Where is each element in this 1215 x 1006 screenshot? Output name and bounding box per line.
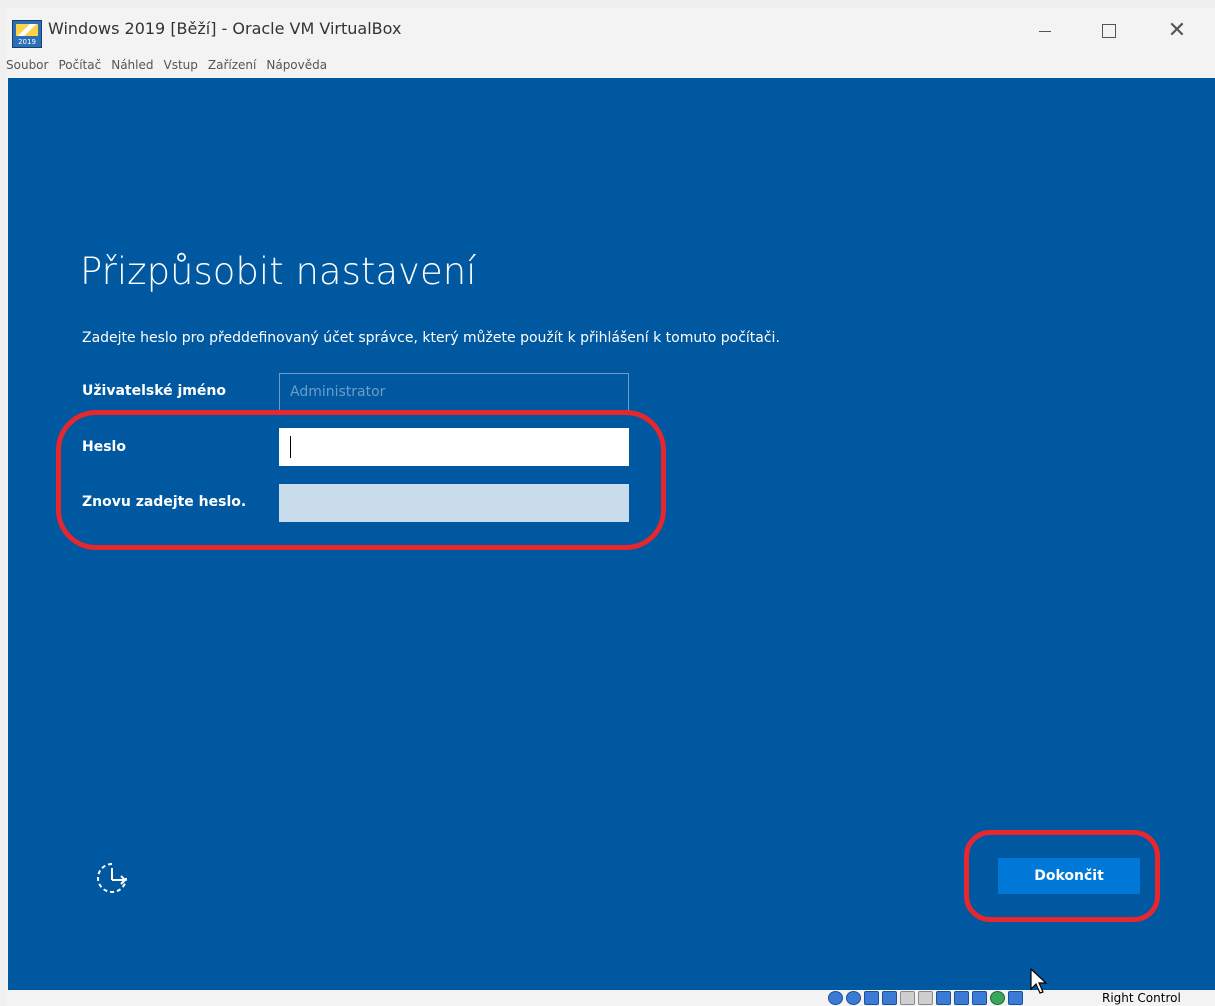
maximize-icon (1102, 24, 1116, 38)
minimize-icon (1039, 30, 1051, 32)
mouse-integration-icon[interactable] (990, 991, 1005, 1005)
title-bar[interactable]: 2019 Windows 2019 [Běží] - Oracle VM Vir… (6, 8, 1215, 52)
virtualbox-vm-icon: 2019 (12, 20, 42, 48)
close-icon: ✕ (1167, 18, 1187, 43)
network-icon[interactable] (936, 991, 951, 1005)
menu-item-zarizeni[interactable]: Zařízení (203, 58, 261, 72)
host-key-label: Right Control (1102, 991, 1181, 1005)
menu-item-soubor[interactable]: Soubor (6, 58, 53, 72)
keyboard-capture-icon[interactable] (1008, 991, 1023, 1005)
ease-of-access-icon[interactable] (92, 858, 132, 898)
app-icon-year: 2019 (18, 38, 36, 46)
instructions-text: Zadejte heslo pro předdefinovaný účet sp… (82, 330, 780, 346)
video-capture-icon[interactable] (954, 991, 969, 1005)
page-title: Přizpůsobit nastavení (80, 250, 477, 293)
maximize-button[interactable] (1082, 14, 1136, 48)
optical-drive-icon[interactable] (828, 991, 843, 1005)
minimize-button[interactable] (1018, 14, 1072, 48)
menu-item-pocitac[interactable]: Počítač (53, 58, 106, 72)
vm-display[interactable]: Přizpůsobit nastavení Zadejte heslo pro … (8, 78, 1215, 990)
vm-state-icon[interactable] (972, 991, 987, 1005)
username-placeholder: Administrator (290, 384, 386, 400)
status-icons (828, 990, 1023, 1006)
menu-item-vstup[interactable]: Vstup (159, 58, 203, 72)
annotation-highlight-finish (964, 830, 1160, 922)
window-title: Windows 2019 [Běží] - Oracle VM VirtualB… (48, 19, 402, 38)
hard-disk-icon[interactable] (846, 991, 861, 1005)
menu-item-nahled[interactable]: Náhled (106, 58, 158, 72)
annotation-highlight-password (56, 410, 666, 550)
menu-item-napoveda[interactable]: Nápověda (261, 58, 332, 72)
display-icon[interactable] (882, 991, 897, 1005)
audio-icon[interactable] (918, 991, 933, 1005)
username-label: Uživatelské jméno (82, 383, 226, 399)
virtualbox-window: 2019 Windows 2019 [Běží] - Oracle VM Vir… (6, 8, 1215, 1006)
menu-bar: Soubor Počítač Náhled Vstup Zařízení Náp… (6, 53, 1215, 77)
close-button[interactable]: ✕ (1150, 14, 1204, 48)
username-field: Administrator (279, 373, 629, 411)
usb-icon[interactable] (900, 991, 915, 1005)
mouse-pointer-icon (1030, 968, 1048, 994)
shared-folders-icon[interactable] (864, 991, 879, 1005)
